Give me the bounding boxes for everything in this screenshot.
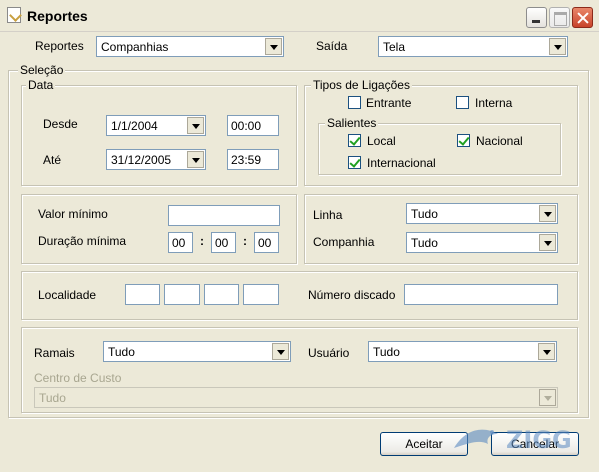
- cancelar-button[interactable]: Cancelar: [491, 432, 579, 456]
- nacional-checkbox[interactable]: [457, 134, 470, 147]
- chevron-down-icon[interactable]: [539, 205, 556, 222]
- ramais-value: Tudo: [108, 345, 135, 359]
- linha-combo[interactable]: Tudo: [406, 203, 558, 224]
- chevron-down-icon[interactable]: [265, 38, 282, 55]
- companhia-label: Companhia: [313, 235, 375, 249]
- saida-combo[interactable]: Tela: [378, 36, 568, 57]
- salientes-legend: Salientes: [325, 116, 379, 130]
- desde-time-value: 00:00: [231, 119, 262, 133]
- local-label: Local: [367, 134, 396, 148]
- localidade-label: Localidade: [38, 288, 97, 302]
- desde-label: Desde: [43, 117, 78, 131]
- close-button[interactable]: [572, 7, 593, 28]
- aceitar-label: Aceitar: [405, 437, 443, 451]
- minimize-button[interactable]: [526, 7, 547, 28]
- localidade-input-1[interactable]: [125, 284, 160, 305]
- centro-custo-value: Tudo: [39, 391, 66, 405]
- time-separator: :: [200, 234, 204, 248]
- desde-date-picker[interactable]: 1/1/2004: [106, 115, 206, 136]
- window-title: Reportes: [27, 8, 88, 24]
- interna-label: Interna: [475, 96, 513, 110]
- aceitar-button[interactable]: Aceitar: [380, 432, 468, 456]
- valor-minimo-input[interactable]: [168, 205, 280, 226]
- usuario-label: Usuário: [308, 346, 350, 360]
- desde-date-value: 1/1/2004: [111, 119, 158, 133]
- duracao-segundos-input[interactable]: 00: [254, 232, 279, 253]
- ate-label: Até: [43, 153, 62, 167]
- chevron-down-icon[interactable]: [187, 151, 204, 168]
- linha-value: Tudo: [411, 207, 438, 221]
- saida-value: Tela: [383, 40, 406, 54]
- entrante-label: Entrante: [366, 96, 412, 110]
- companhia-combo[interactable]: Tudo: [406, 232, 558, 253]
- duracao-minutos-input[interactable]: 00: [211, 232, 236, 253]
- reportes-combo[interactable]: Companhias: [96, 36, 284, 57]
- ramais-label: Ramais: [34, 346, 75, 360]
- ate-date-value: 31/12/2005: [111, 153, 172, 167]
- linha-label: Linha: [313, 208, 343, 222]
- time-separator: :: [243, 234, 247, 248]
- localidade-input-3[interactable]: [204, 284, 239, 305]
- interna-checkbox[interactable]: [456, 96, 469, 109]
- chevron-down-icon[interactable]: [539, 234, 556, 251]
- localidade-input-2[interactable]: [164, 284, 200, 305]
- duracao-segundos-value: 00: [258, 236, 272, 250]
- chevron-down-icon[interactable]: [272, 343, 289, 360]
- reportes-label: Reportes: [35, 39, 84, 53]
- duracao-minima-label: Duração mínima: [38, 234, 127, 248]
- duracao-horas-input[interactable]: 00: [168, 232, 193, 253]
- ate-time-value: 23:59: [231, 153, 262, 167]
- numero-discado-input[interactable]: [404, 284, 558, 305]
- nacional-label: Nacional: [476, 134, 523, 148]
- internacional-label: Internacional: [367, 156, 436, 170]
- duracao-horas-value: 00: [172, 236, 186, 250]
- chevron-down-icon[interactable]: [187, 117, 204, 134]
- centro-custo-label: Centro de Custo: [34, 371, 122, 385]
- ramais-combo[interactable]: Tudo: [103, 341, 291, 362]
- reportes-value: Companhias: [101, 40, 169, 54]
- desde-time-input[interactable]: 00:00: [227, 115, 279, 136]
- chevron-down-icon[interactable]: [549, 38, 566, 55]
- usuario-combo[interactable]: Tudo: [368, 341, 557, 362]
- centro-custo-combo: Tudo: [34, 387, 558, 408]
- chevron-down-icon: [539, 389, 556, 406]
- ate-time-input[interactable]: 23:59: [227, 149, 279, 170]
- title-bar: Reportes: [0, 0, 599, 32]
- cancelar-label: Cancelar: [510, 437, 560, 451]
- ate-date-picker[interactable]: 31/12/2005: [106, 149, 206, 170]
- saida-label: Saída: [316, 39, 348, 53]
- localidade-input-4[interactable]: [243, 284, 279, 305]
- local-checkbox[interactable]: [348, 134, 361, 147]
- usuario-value: Tudo: [373, 345, 400, 359]
- companhia-value: Tudo: [411, 236, 438, 250]
- chevron-down-icon[interactable]: [538, 343, 555, 360]
- valor-minimo-label: Valor mínimo: [38, 207, 108, 221]
- duracao-minutos-value: 00: [215, 236, 229, 250]
- entrante-checkbox[interactable]: [348, 96, 361, 109]
- data-legend: Data: [26, 78, 56, 92]
- maximize-button[interactable]: [549, 7, 570, 28]
- numero-discado-label: Número discado: [308, 288, 396, 302]
- internacional-checkbox[interactable]: [348, 156, 361, 169]
- selecao-legend: Seleção: [18, 63, 66, 77]
- tipos-ligacoes-legend: Tipos de Ligações: [311, 78, 412, 92]
- document-icon: [7, 7, 21, 23]
